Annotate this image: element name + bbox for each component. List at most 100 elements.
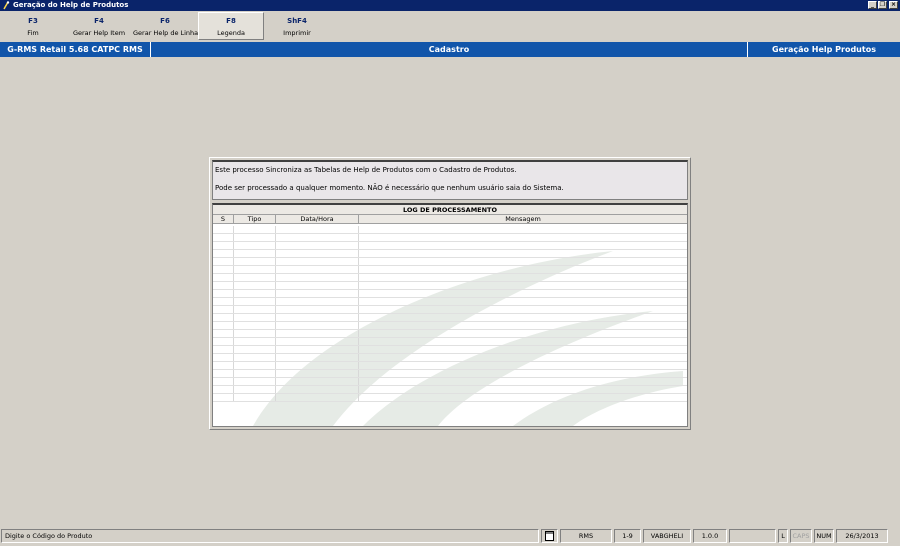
log-cell: [276, 266, 359, 273]
status-document-icon: [541, 529, 558, 543]
gerar-help-linhas-button[interactable]: F6 Gerar Help de Linhas: [132, 12, 202, 40]
column-header-data-hora[interactable]: Data/Hora: [276, 215, 359, 223]
log-row[interactable]: [213, 354, 687, 362]
log-cell: [213, 234, 234, 241]
column-header-s[interactable]: S: [213, 215, 234, 223]
log-row[interactable]: [213, 290, 687, 298]
log-cell: [359, 234, 687, 241]
log-cell: [359, 338, 687, 345]
status-version-code: 1-9: [614, 529, 641, 543]
button-label: Gerar Help Item: [72, 29, 126, 37]
status-bar: Digite o Código do Produto RMS 1-9 VABGH…: [0, 528, 900, 544]
log-cell: [213, 250, 234, 257]
status-system: RMS: [560, 529, 612, 543]
app-icon: [3, 1, 10, 10]
log-row[interactable]: [213, 370, 687, 378]
log-row[interactable]: [213, 266, 687, 274]
log-cell: [213, 338, 234, 345]
log-row[interactable]: [213, 314, 687, 322]
restore-icon[interactable]: ❐: [878, 1, 887, 9]
log-cell: [276, 330, 359, 337]
log-row[interactable]: [213, 362, 687, 370]
log-cell: [213, 386, 234, 393]
log-cell: [359, 282, 687, 289]
log-cell: [234, 306, 276, 313]
status-date: 26/3/2013: [836, 529, 888, 543]
log-row[interactable]: [213, 274, 687, 282]
log-cell: [359, 266, 687, 273]
log-cell: [234, 250, 276, 257]
log-row[interactable]: [213, 378, 687, 386]
log-row[interactable]: [213, 258, 687, 266]
log-row[interactable]: [213, 394, 687, 402]
status-user: VABGHELI: [643, 529, 691, 543]
log-cell: [234, 298, 276, 305]
log-row[interactable]: [213, 298, 687, 306]
log-row[interactable]: [213, 282, 687, 290]
button-key: F3: [28, 17, 38, 25]
log-cell: [359, 258, 687, 265]
log-cell: [213, 330, 234, 337]
processing-log[interactable]: LOG DE PROCESSAMENTO S Tipo Data/Hora Me…: [212, 203, 688, 427]
log-cell: [213, 346, 234, 353]
fim-button[interactable]: F3 Fim: [0, 12, 66, 40]
description-line-1: Este processo Sincroniza as Tabelas de H…: [215, 166, 517, 174]
log-cell: [359, 362, 687, 369]
log-row[interactable]: [213, 234, 687, 242]
log-cell: [213, 354, 234, 361]
log-row[interactable]: [213, 346, 687, 354]
log-cell: [276, 274, 359, 281]
log-cell: [276, 314, 359, 321]
status-lock: L: [778, 529, 788, 543]
minimize-icon[interactable]: _: [868, 1, 877, 9]
window-controls: _ ❐ ×: [868, 1, 898, 9]
window-titlebar: Geração do Help de Produtos _ ❐ ×: [0, 0, 900, 11]
log-row[interactable]: [213, 330, 687, 338]
log-cell: [359, 306, 687, 313]
log-cell: [276, 234, 359, 241]
log-cell: [276, 298, 359, 305]
log-cell: [213, 306, 234, 313]
log-cell: [213, 394, 234, 401]
status-blank: [729, 529, 776, 543]
window-title: Geração do Help de Produtos: [13, 1, 129, 9]
log-cell: [359, 346, 687, 353]
log-cell: [213, 290, 234, 297]
info-bar: G-RMS Retail 5.68 CATPC RMS Cadastro Ger…: [0, 42, 900, 57]
log-row[interactable]: [213, 338, 687, 346]
log-cell: [234, 330, 276, 337]
log-cell: [213, 242, 234, 249]
log-cell: [213, 258, 234, 265]
imprimir-button[interactable]: ShF4 Imprimir: [264, 12, 330, 40]
process-panel: Este processo Sincroniza as Tabelas de H…: [209, 157, 691, 430]
log-cell: [276, 258, 359, 265]
log-cell: [213, 266, 234, 273]
log-cell: [359, 274, 687, 281]
log-row[interactable]: [213, 226, 687, 234]
log-cell: [213, 322, 234, 329]
description-line-2: Pode ser processado a qualquer momento. …: [215, 184, 564, 192]
log-cell: [276, 242, 359, 249]
log-cell: [234, 290, 276, 297]
log-cell: [234, 258, 276, 265]
button-key: F4: [94, 17, 104, 25]
log-row[interactable]: [213, 322, 687, 330]
log-row[interactable]: [213, 386, 687, 394]
log-title: LOG DE PROCESSAMENTO: [213, 205, 687, 215]
log-cell: [359, 330, 687, 337]
log-cell: [359, 250, 687, 257]
gerar-help-item-button[interactable]: F4 Gerar Help Item: [66, 12, 132, 40]
column-header-mensagem[interactable]: Mensagem: [359, 215, 687, 223]
log-row[interactable]: [213, 242, 687, 250]
column-header-tipo[interactable]: Tipo: [234, 215, 276, 223]
log-row[interactable]: [213, 250, 687, 258]
close-icon[interactable]: ×: [889, 1, 898, 9]
log-cell: [359, 394, 687, 401]
legenda-button[interactable]: F8 Legenda: [198, 12, 264, 40]
log-cell: [276, 306, 359, 313]
module-name: Cadastro: [151, 42, 748, 57]
log-rows: [213, 226, 687, 426]
button-label: Fim: [27, 29, 39, 37]
log-cell: [213, 362, 234, 369]
log-row[interactable]: [213, 306, 687, 314]
